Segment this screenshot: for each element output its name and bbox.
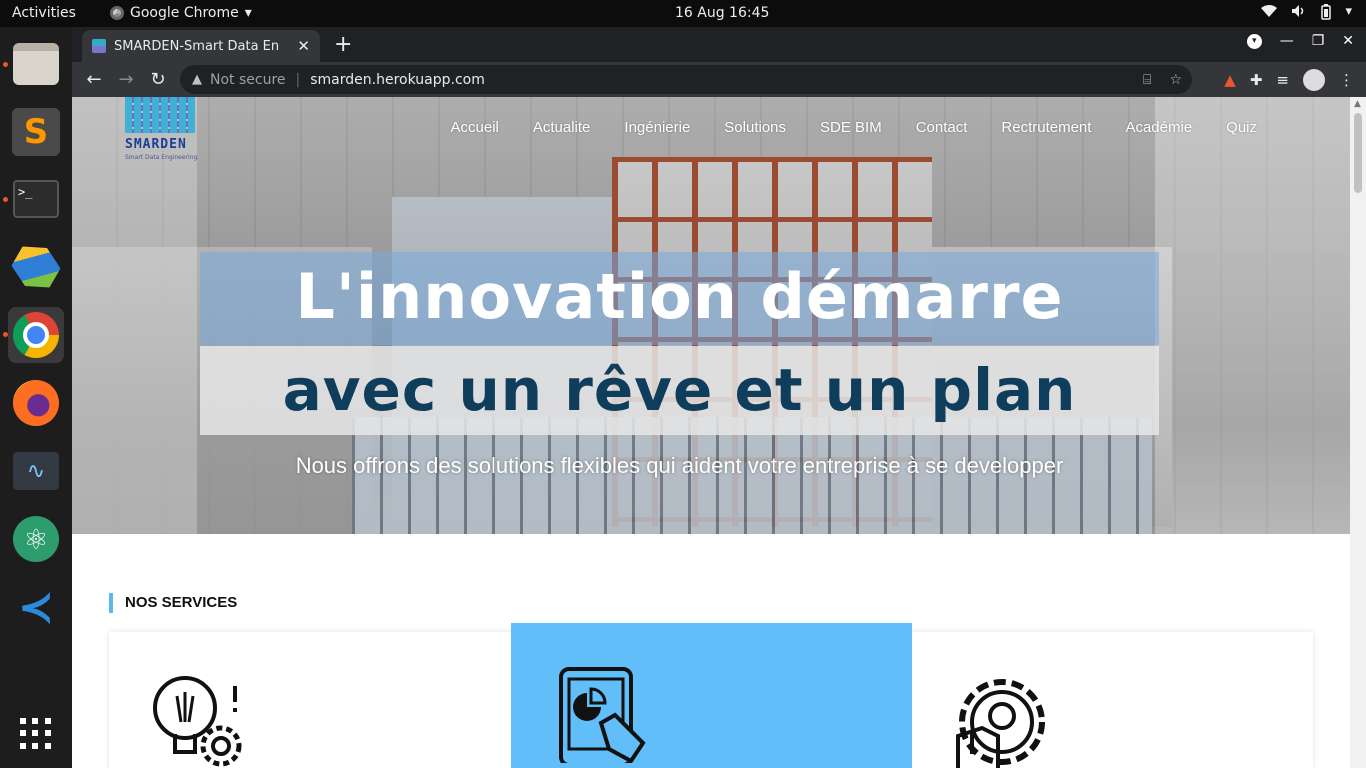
dock-firefox[interactable] <box>8 375 64 431</box>
extensions-area: ▲ ✚ ≡ ⋮ <box>1224 69 1354 91</box>
system-top-bar: Activities Google Chrome ▾ 16 Aug 16:45 … <box>0 0 1366 27</box>
dock-system-monitor[interactable]: ∿ <box>8 443 64 499</box>
files-icon <box>13 43 59 85</box>
system-menu-chevron-icon: ▾ <box>1345 4 1352 19</box>
chrome-icon <box>13 312 59 358</box>
chevron-down-icon: ▾ <box>244 5 252 21</box>
page-viewport: SMARDEN Smart Data Engineering Accueil A… <box>72 97 1366 768</box>
dock-google-chrome[interactable] <box>8 307 64 363</box>
hero-section: SMARDEN Smart Data Engineering Accueil A… <box>72 97 1350 534</box>
window-controls: ▾ — ❐ ✕ <box>1246 33 1354 49</box>
address-bar[interactable]: ▲ Not secure | smarden.herokuapp.com ⌸ ☆ <box>180 65 1192 94</box>
maximize-button[interactable]: ❐ <box>1312 33 1325 49</box>
app-menu[interactable]: Google Chrome ▾ <box>110 5 252 21</box>
gear-box-icon <box>956 679 1045 768</box>
tablet-chart-touch-icon <box>559 667 646 763</box>
volume-icon <box>1291 4 1307 24</box>
nav-academie[interactable]: Académie <box>1125 119 1192 136</box>
media-control-icon[interactable]: ≡ <box>1276 71 1289 89</box>
hero-headline-line-2: avec un rêve et un plan <box>200 346 1159 435</box>
scroll-up-arrow-icon[interactable]: ▲ <box>1354 99 1361 109</box>
battery-icon <box>1321 4 1332 24</box>
lightbulb-gear-icon <box>153 676 242 767</box>
dock-files[interactable] <box>8 36 64 92</box>
dock-cube-app[interactable] <box>8 239 64 295</box>
tab-strip: SMARDEN-Smart Data En ✕ + ▾ — ❐ ✕ <box>72 27 1366 62</box>
service-card-engineering[interactable] <box>912 632 1313 768</box>
bookmark-star-icon[interactable]: ☆ <box>1169 72 1182 88</box>
dock: S >_ ∿ ⚛ ≺ <box>0 27 72 768</box>
hero-headline-line-1: L'innovation démarre <box>200 252 1159 345</box>
main-navigation: Accueil Actualite Ingénierie Solutions S… <box>451 119 1258 136</box>
firefox-icon <box>13 380 59 426</box>
warning-icon[interactable]: ▲ <box>192 72 202 87</box>
hero-subtitle: Nous offrons des solutions flexibles qui… <box>295 453 1064 478</box>
service-card-data-analysis[interactable] <box>511 623 912 768</box>
nav-actualite[interactable]: Actualite <box>533 119 591 136</box>
scrollbar-thumb[interactable] <box>1354 113 1362 193</box>
chrome-mini-icon <box>110 6 124 20</box>
chrome-window: SMARDEN-Smart Data En ✕ + ▾ — ❐ ✕ ← → ↻ … <box>72 27 1366 768</box>
logo-tagline: Smart Data Engineering <box>125 154 198 161</box>
tab-search-icon[interactable]: ▾ <box>1246 33 1262 49</box>
page-scrollbar[interactable]: ▲ <box>1350 97 1366 768</box>
system-monitor-icon: ∿ <box>13 452 59 490</box>
nav-solutions[interactable]: Solutions <box>724 119 786 136</box>
dock-terminal[interactable]: >_ <box>8 171 64 227</box>
close-window-button[interactable]: ✕ <box>1342 33 1354 49</box>
dock-atom[interactable]: ⚛ <box>8 511 64 567</box>
translate-icon[interactable]: ⌸ <box>1143 72 1151 88</box>
nav-ingenierie[interactable]: Ingénierie <box>624 119 690 136</box>
terminal-icon: >_ <box>13 180 59 218</box>
forward-button[interactable]: → <box>110 69 142 90</box>
nav-accueil[interactable]: Accueil <box>451 119 499 136</box>
sublime-text-icon: S <box>12 108 60 156</box>
site-logo[interactable]: SMARDEN Smart Data Engineering <box>125 97 199 167</box>
app-grid-icon <box>20 718 52 750</box>
divider: | <box>295 71 301 88</box>
back-button[interactable]: ← <box>78 69 110 90</box>
app-name: Google Chrome <box>130 5 239 21</box>
vscode-icon: ≺ <box>17 581 55 633</box>
browser-tab[interactable]: SMARDEN-Smart Data En ✕ <box>82 30 320 62</box>
nav-sde-bim[interactable]: SDE BIM <box>820 119 882 136</box>
cube-app-icon <box>6 237 66 297</box>
extensions-puzzle-icon[interactable]: ✚ <box>1250 71 1263 89</box>
services-heading: NOS SERVICES <box>109 593 237 613</box>
chrome-menu-icon[interactable]: ⋮ <box>1339 71 1354 89</box>
nav-recrutement[interactable]: Rectrutement <box>1001 119 1091 136</box>
minimize-button[interactable]: — <box>1280 33 1294 49</box>
nav-quiz[interactable]: Quiz <box>1226 119 1257 136</box>
activities-button[interactable]: Activities <box>12 5 76 21</box>
close-tab-icon[interactable]: ✕ <box>297 37 310 55</box>
clock[interactable]: 16 Aug 16:45 <box>675 5 769 21</box>
services-cards <box>109 623 1313 768</box>
dock-vscode[interactable]: ≺ <box>8 579 64 635</box>
logo-pixel-icon <box>125 97 195 133</box>
security-label[interactable]: Not secure <box>210 72 286 88</box>
wifi-icon <box>1261 4 1278 24</box>
lighthouse-extension-icon[interactable]: ▲ <box>1224 71 1236 89</box>
atom-icon: ⚛ <box>13 516 59 562</box>
system-tray[interactable]: ▾ <box>1261 4 1352 24</box>
service-card-innovation[interactable] <box>109 632 510 768</box>
tab-title: SMARDEN-Smart Data En <box>114 38 280 54</box>
browser-toolbar: ← → ↻ ▲ Not secure | smarden.herokuapp.c… <box>72 62 1366 97</box>
profile-avatar[interactable] <box>1303 69 1325 91</box>
site-favicon-icon <box>92 39 106 53</box>
url-text[interactable]: smarden.herokuapp.com <box>310 72 485 88</box>
logo-word: SMARDEN <box>125 137 187 152</box>
nav-contact[interactable]: Contact <box>916 119 968 136</box>
show-applications-button[interactable] <box>8 706 64 762</box>
reload-button[interactable]: ↻ <box>142 69 174 90</box>
new-tab-button[interactable]: + <box>334 32 352 57</box>
dock-sublime-text[interactable]: S <box>8 104 64 160</box>
